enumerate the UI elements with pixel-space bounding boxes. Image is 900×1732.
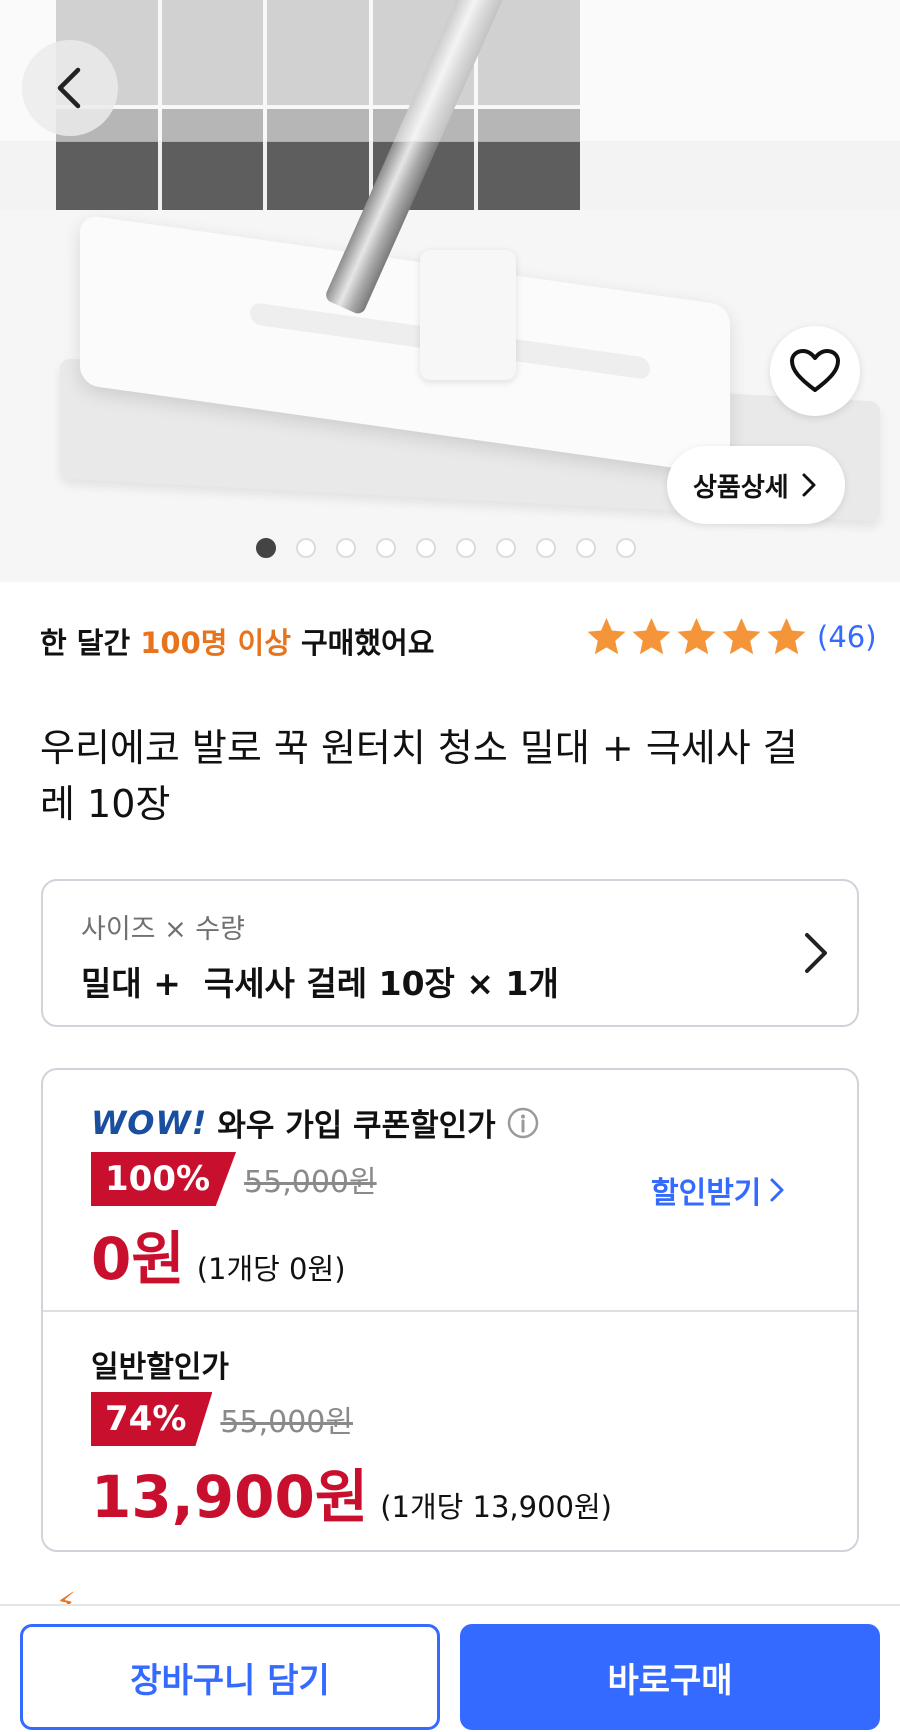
mop-joint (420, 250, 516, 380)
star-icon (587, 618, 626, 655)
option-label: 사이즈 × 수량 (81, 914, 245, 945)
star-rating (586, 616, 807, 657)
product-detail-label: 상품상세 (693, 472, 789, 503)
carousel-dot[interactable] (616, 538, 636, 558)
get-coupon-label: 할인받기 (651, 1176, 762, 1211)
chevron-right-icon (802, 473, 816, 497)
wow-price-label: 와우 가입 쿠폰할인가 (217, 1108, 496, 1144)
bottom-action-bar: 장바구니 담기 바로구매 (0, 1604, 900, 1732)
carousel-indicator (256, 538, 636, 558)
info-icon[interactable] (506, 1106, 540, 1140)
get-coupon-link[interactable]: 할인받기 (651, 1168, 785, 1212)
chevron-right-icon (805, 933, 827, 973)
review-count[interactable]: (46) (817, 620, 877, 654)
chevron-right-icon (770, 1178, 784, 1202)
star-icon (722, 618, 761, 655)
option-selector[interactable]: 사이즈 × 수량 밀대 + 극세사 걸레 10장 × 1개 (41, 879, 859, 1027)
add-to-cart-button[interactable]: 장바구니 담기 (20, 1624, 440, 1730)
wow-price-header: WOW! 와우 가입 쿠폰할인가 (91, 1100, 540, 1145)
carousel-dot[interactable] (336, 538, 356, 558)
discount-badge: 100% (91, 1152, 237, 1206)
carousel-dot[interactable] (576, 538, 596, 558)
wow-final-price-row: 0원 (1개당 0원) (91, 1212, 346, 1296)
normal-unit-price: (1개당 13,900원) (380, 1490, 612, 1524)
wow-discount-row: 100% 55,000원 (91, 1152, 377, 1206)
carousel-dot[interactable] (416, 538, 436, 558)
carousel-dot[interactable] (496, 538, 516, 558)
normal-final-price-row: 13,900원 (1개당 13,900원) (91, 1450, 612, 1534)
back-button[interactable] (22, 40, 118, 136)
original-price: 55,000원 (244, 1165, 377, 1200)
wow-unit-price: (1개당 0원) (196, 1252, 346, 1286)
purchase-count-text: 한 달간 100명 이상 구매했어요 (40, 626, 435, 660)
carousel-dot[interactable] (376, 538, 396, 558)
product-title: 우리에코 발로 꾹 원터치 청소 밀대 + 극세사 걸레 10장 (40, 726, 798, 826)
star-icon (767, 618, 806, 655)
wow-final-price: 0원 (91, 1225, 185, 1293)
wishlist-button[interactable] (770, 326, 860, 416)
carousel-dot[interactable] (536, 538, 556, 558)
divider (43, 1310, 857, 1312)
buy-now-button[interactable]: 바로구매 (460, 1624, 880, 1730)
star-icon (677, 618, 716, 655)
normal-final-price: 13,900원 (91, 1463, 369, 1531)
purchase-count-highlight: 100명 이상 (140, 626, 291, 660)
option-value: 밀대 + 극세사 걸레 10장 × 1개 (81, 964, 559, 1003)
discount-badge: 74% (91, 1392, 213, 1446)
chevron-left-icon (57, 67, 81, 109)
normal-price-label: 일반할인가 (91, 1350, 229, 1385)
price-section: WOW! 와우 가입 쿠폰할인가 100% 55,000원 할인받기 0원 (1… (41, 1068, 859, 1552)
original-price: 55,000원 (220, 1405, 353, 1440)
heart-icon (790, 349, 840, 392)
star-icon (632, 618, 671, 655)
wow-logo: WOW! (91, 1103, 208, 1142)
top-bar (0, 0, 900, 142)
carousel-dot[interactable] (456, 538, 476, 558)
normal-discount-row: 74% 55,000원 (91, 1392, 353, 1446)
carousel-dot[interactable] (296, 538, 316, 558)
rating[interactable]: (46) (586, 616, 877, 657)
product-detail-button[interactable]: 상품상세 (667, 446, 845, 524)
carousel-dot[interactable] (256, 538, 276, 558)
